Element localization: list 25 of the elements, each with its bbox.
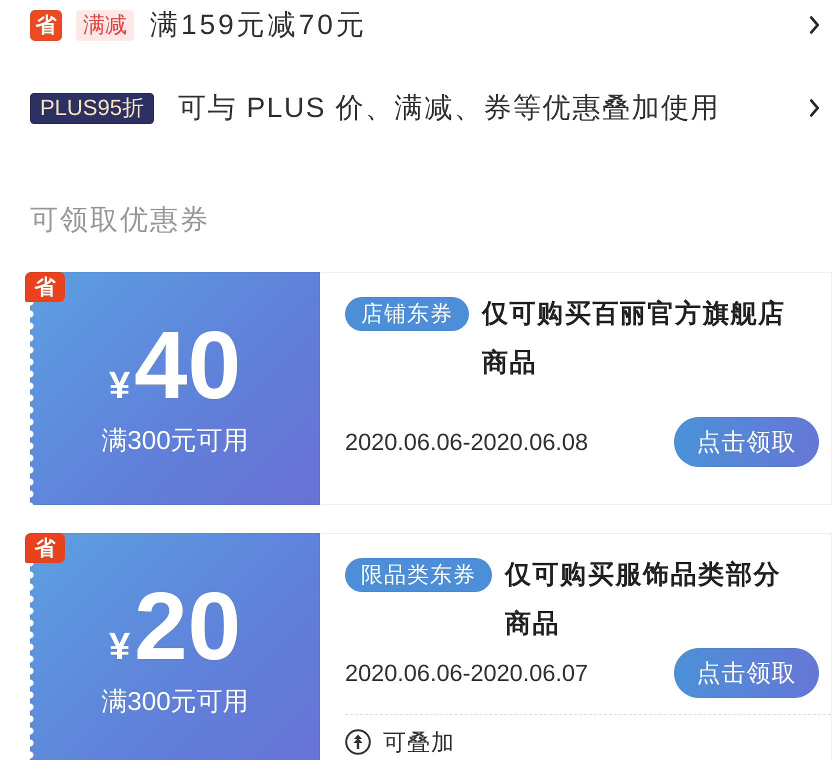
validity-dates: 2020.06.06-2020.06.07 (345, 660, 588, 686)
promo-text: 满159元减70元 (150, 8, 367, 42)
savings-corner-badge: 省 (25, 272, 65, 302)
coupon-title: 仅可购买百丽官方旗舰店商品 (482, 297, 787, 379)
promo-tag: 满减 (76, 10, 134, 40)
chevron-right-icon[interactable] (809, 16, 820, 34)
section-heading: 可领取优惠券 (30, 203, 210, 237)
stackable-label: 可叠加 (383, 728, 455, 756)
claim-button[interactable]: 点击领取 (674, 648, 819, 698)
promo-tag: PLUS95折 (30, 92, 154, 124)
coupon-type-tag: 限品类东券 (345, 558, 492, 592)
coupon-type-tag: 店铺东券 (345, 296, 469, 330)
validity-dates: 2020.06.06-2020.06.08 (345, 428, 588, 456)
chevron-right-icon[interactable] (809, 99, 820, 117)
claim-button[interactable]: 点击领取 (674, 417, 819, 467)
promo-text: 可与 PLUS 价、满减、券等优惠叠加使用 (178, 91, 720, 125)
coupon-amount: 40 (134, 318, 241, 414)
coupon-condition: 满300元可用 (101, 685, 249, 718)
coupon-amount: 20 (134, 579, 241, 675)
currency-symbol: ¥ (109, 367, 130, 405)
coupon-condition: 满300元可用 (101, 424, 249, 457)
coupon-title: 仅可购买服饰品类部分商品 (505, 558, 782, 640)
savings-badge: 省 (30, 10, 62, 40)
savings-corner-badge: 省 (25, 533, 65, 563)
currency-symbol: ¥ (109, 628, 130, 666)
